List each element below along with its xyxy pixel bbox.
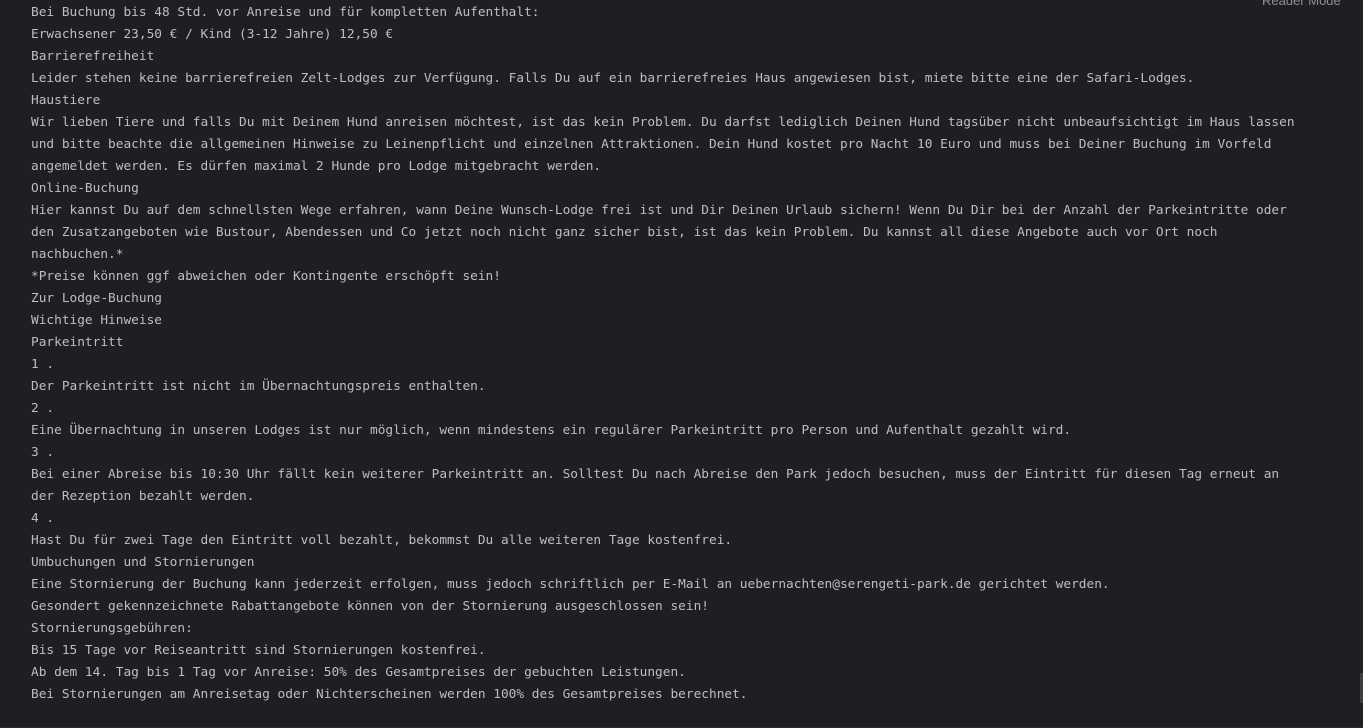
text-line: nachbuchen.* bbox=[31, 247, 124, 262]
text-line: Eine Stornierung der Buchung kann jederz… bbox=[31, 577, 1110, 592]
text-line: Ab dem 14. Tag bis 1 Tag vor Anreise: 50… bbox=[31, 665, 686, 680]
text-line: und bitte beachte die allgemeinen Hinwei… bbox=[31, 137, 1272, 152]
text-line: der Rezeption bezahlt werden. bbox=[31, 489, 255, 504]
text-line: Parkeintritt bbox=[31, 335, 124, 350]
text-line: Der Parkeintritt ist nicht im Übernachtu… bbox=[31, 379, 486, 394]
text-line: Wir lieben Tiere und falls Du mit Deinem… bbox=[31, 115, 1295, 130]
text-line: Bei Stornierungen am Anreisetag oder Nic… bbox=[31, 687, 748, 702]
text-line: Gesondert gekennzeichnete Rabattangebote… bbox=[31, 599, 709, 614]
text-line: Bis 15 Tage vor Reiseantritt sind Storni… bbox=[31, 643, 486, 658]
text-line: Hier kannst Du auf dem schnellsten Wege … bbox=[31, 203, 1287, 218]
text-line: angemeldet werden. Es dürfen maximal 2 H… bbox=[31, 159, 602, 174]
text-line: Haustiere bbox=[31, 93, 101, 108]
text-line: Zur Lodge-Buchung bbox=[31, 291, 162, 306]
text-line: 2 . bbox=[31, 401, 55, 416]
text-line: Stornierungsgebühren: bbox=[31, 621, 193, 636]
text-line: Online-Buchung bbox=[31, 181, 139, 196]
text-line: Hast Du für zwei Tage den Eintritt voll … bbox=[31, 533, 733, 548]
text-line: 1 . bbox=[31, 357, 55, 372]
text-line: Barrierefreiheit bbox=[31, 49, 155, 64]
text-line: 3 . bbox=[31, 445, 55, 460]
text-line: den Zusatzangeboten wie Bustour, Abendes… bbox=[31, 225, 1218, 240]
text-line: Bei Buchung bis 48 Std. vor Anreise und … bbox=[31, 5, 540, 20]
text-line: Wichtige Hinweise bbox=[31, 313, 162, 328]
text-line: *Preise können ggf abweichen oder Kontin… bbox=[31, 269, 501, 284]
text-line: Bei einer Abreise bis 10:30 Uhr fällt ke… bbox=[31, 467, 1280, 482]
text-line: 4 . bbox=[31, 511, 55, 526]
text-line: Eine Übernachtung in unseren Lodges ist … bbox=[31, 423, 1072, 438]
text-line: Umbuchungen und Stornierungen bbox=[31, 555, 255, 570]
text-line: Erwachsener 23,50 € / Kind (3-12 Jahre) … bbox=[31, 27, 394, 42]
text-line: Leider stehen keine barrierefreien Zelt-… bbox=[31, 71, 1195, 86]
text-editor[interactable]: Bei Buchung bis 48 Std. vor Anreise und … bbox=[31, 2, 1351, 706]
